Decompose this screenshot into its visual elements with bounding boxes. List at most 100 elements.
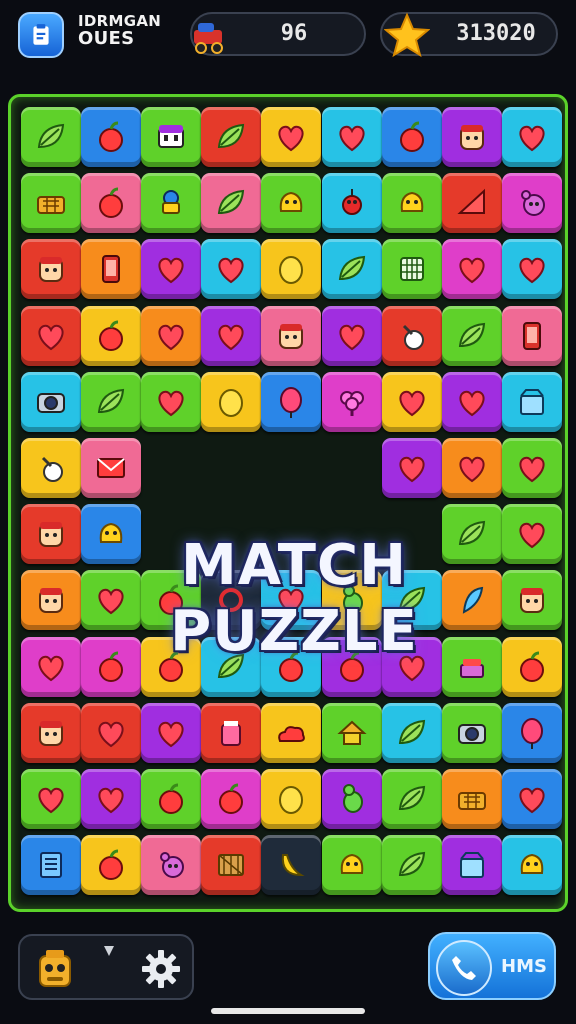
tile-heart[interactable] [501, 239, 562, 300]
tile-apple[interactable] [81, 305, 142, 366]
tile-leaf[interactable] [381, 570, 442, 631]
tile-balloon[interactable] [261, 371, 322, 432]
tile-basket[interactable] [441, 769, 502, 829]
tile-apple[interactable] [201, 769, 262, 829]
tile-leaf[interactable] [81, 371, 142, 432]
tile-heart[interactable] [501, 107, 562, 167]
tile-ring[interactable] [201, 570, 262, 631]
tile-box[interactable] [441, 835, 502, 896]
tile-heart[interactable] [21, 636, 81, 697]
tile-apple[interactable] [81, 173, 142, 234]
tile-box[interactable] [501, 371, 562, 432]
tile-bell[interactable] [21, 438, 81, 498]
tile-bear[interactable] [501, 173, 562, 234]
tile-face[interactable] [21, 702, 81, 763]
tile-apple[interactable] [381, 107, 442, 167]
tile-phone[interactable] [501, 305, 562, 366]
tile-heart[interactable] [261, 570, 322, 631]
tile-heart[interactable] [501, 438, 562, 498]
tile-heart[interactable] [141, 305, 202, 366]
tile-heart[interactable] [81, 570, 142, 631]
tile-apple[interactable] [81, 835, 142, 896]
tile-heart[interactable] [441, 371, 502, 432]
gear-icon[interactable] [140, 948, 182, 990]
tile-heart[interactable] [21, 769, 81, 829]
tile-blob[interactable] [381, 173, 442, 234]
tile-apple[interactable] [321, 636, 382, 697]
tile-apple[interactable] [81, 636, 142, 697]
tile-lemon[interactable] [261, 769, 322, 829]
tile-envelope[interactable] [81, 438, 142, 498]
tile-heart[interactable] [201, 305, 262, 366]
tile-leaf[interactable] [201, 107, 262, 167]
tile-lemon[interactable] [261, 239, 322, 300]
tile-tree[interactable] [321, 371, 382, 432]
tile-heart[interactable] [501, 769, 562, 829]
tile-blocks[interactable] [141, 173, 202, 234]
tile-leaf[interactable] [441, 504, 502, 565]
tile-cherry[interactable] [321, 173, 382, 234]
tile-camera[interactable] [441, 702, 502, 763]
tile-face[interactable] [501, 570, 562, 631]
tile-leaf[interactable] [21, 107, 81, 167]
tile-jar[interactable] [201, 702, 262, 763]
call-button[interactable]: HMS [428, 932, 556, 1000]
tile-blob[interactable] [321, 835, 382, 896]
tile-bird[interactable] [321, 570, 382, 631]
tile-blob[interactable] [81, 504, 142, 565]
tile-heart[interactable] [381, 636, 442, 697]
tile-heart[interactable] [81, 702, 142, 763]
tile-heart[interactable] [141, 702, 202, 763]
tile-leaf[interactable] [381, 702, 442, 763]
tile-leaf[interactable] [381, 835, 442, 896]
tile-apple[interactable] [261, 636, 322, 697]
tile-face[interactable] [261, 305, 322, 366]
tile-heart[interactable] [21, 305, 81, 366]
tile-heart[interactable] [321, 305, 382, 366]
tile-balloon[interactable] [501, 702, 562, 763]
tile-face[interactable] [21, 239, 81, 300]
tile-apple[interactable] [81, 107, 142, 167]
clipboard-icon[interactable] [18, 12, 64, 58]
tile-bear[interactable] [141, 835, 202, 896]
tile-heart[interactable] [381, 371, 442, 432]
tile-house[interactable] [321, 702, 382, 763]
tile-apple[interactable] [141, 570, 202, 631]
tile-leaf[interactable] [381, 769, 442, 829]
tile-leaf[interactable] [441, 305, 502, 366]
tile-feather[interactable] [441, 570, 502, 631]
tile-cage[interactable] [381, 239, 442, 300]
tile-leaf[interactable] [201, 636, 262, 697]
tile-triangle[interactable] [441, 173, 502, 234]
tile-cake[interactable] [441, 636, 502, 697]
tile-bell[interactable] [381, 305, 442, 366]
tile-leaf[interactable] [321, 239, 382, 300]
tile-face[interactable] [21, 570, 81, 631]
tile-blob[interactable] [261, 173, 322, 234]
robot-icon[interactable] [32, 946, 78, 992]
tile-heart[interactable] [81, 769, 142, 829]
tile-banana[interactable] [261, 835, 322, 896]
tile-bag[interactable] [141, 107, 202, 167]
tile-leaf[interactable] [201, 173, 262, 234]
tile-face[interactable] [441, 107, 502, 167]
tile-note[interactable] [21, 835, 81, 896]
tile-apple[interactable] [141, 769, 202, 829]
tile-heart[interactable] [441, 239, 502, 300]
tile-heart[interactable] [201, 239, 262, 300]
tile-phone[interactable] [81, 239, 142, 300]
tile-bird[interactable] [321, 769, 382, 829]
tile-heart[interactable] [261, 107, 322, 167]
tile-face[interactable] [21, 504, 81, 565]
tile-apple[interactable] [141, 636, 202, 697]
tile-basket[interactable] [21, 173, 81, 234]
tile-blob[interactable] [501, 835, 562, 896]
tile-apple[interactable] [501, 636, 562, 697]
tile-heart[interactable] [321, 107, 382, 167]
tile-heart[interactable] [141, 371, 202, 432]
tile-cloud[interactable] [261, 702, 322, 763]
tile-camera[interactable] [21, 371, 81, 432]
tile-crate[interactable] [201, 835, 262, 896]
tile-heart[interactable] [441, 438, 502, 498]
tile-heart[interactable] [381, 438, 442, 498]
